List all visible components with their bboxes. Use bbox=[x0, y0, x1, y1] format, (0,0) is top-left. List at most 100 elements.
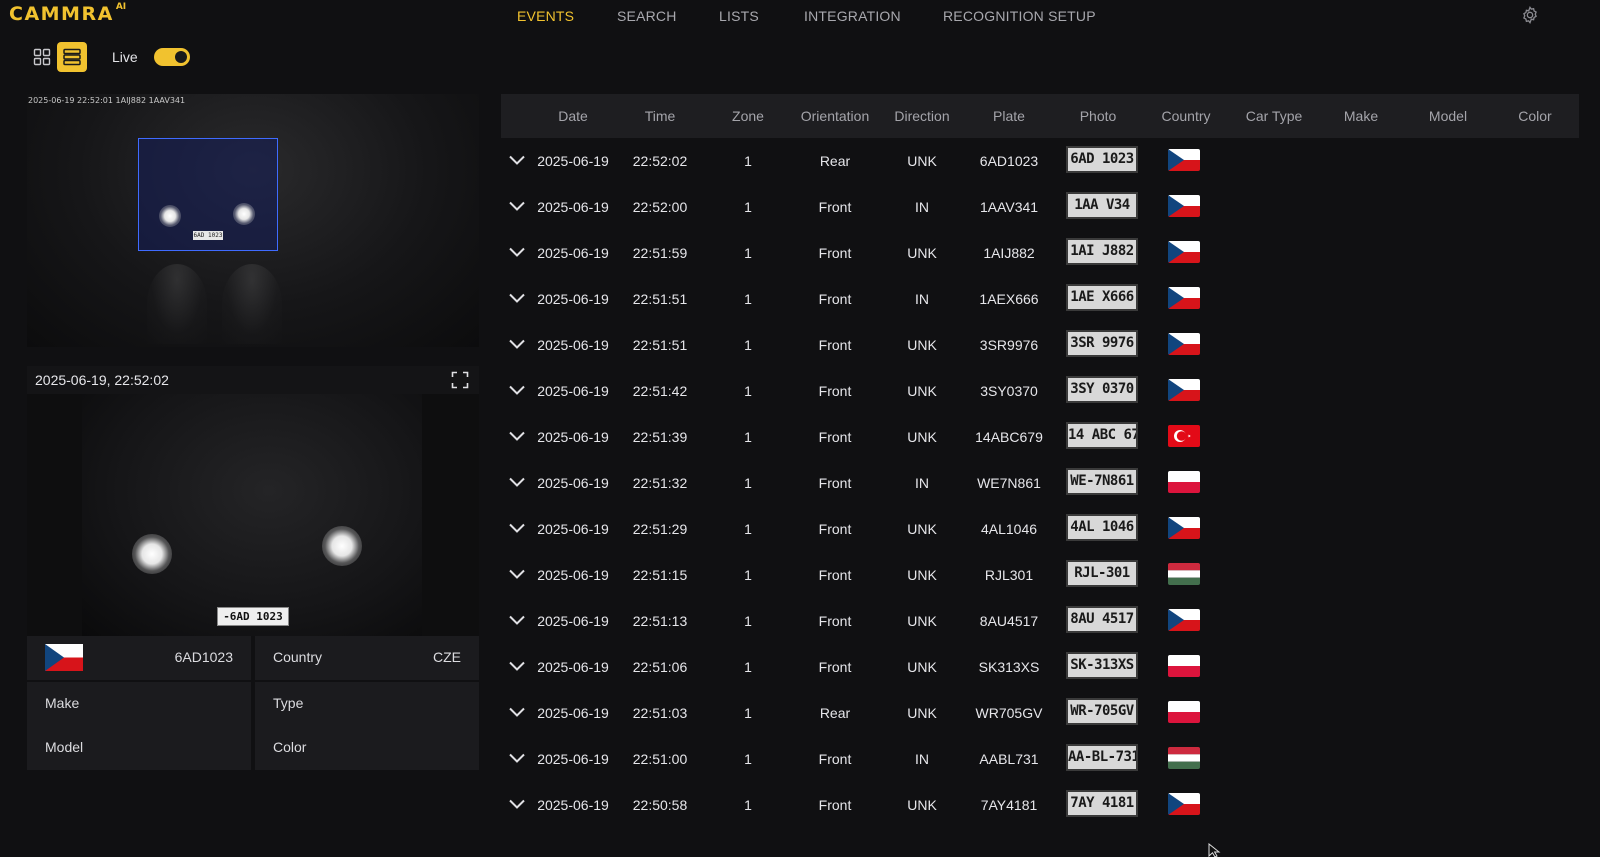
plate-photo-thumbnail[interactable]: SK-313XS bbox=[1066, 652, 1138, 679]
headlight-beam bbox=[147, 264, 207, 344]
cell-plate: RJL301 bbox=[984, 567, 1034, 583]
make-label: Make bbox=[45, 695, 80, 711]
table-row[interactable]: 2025-06-19 22:51:00 1 Front IN AABL731 AA-BL-7… bbox=[501, 736, 1579, 782]
cell-plate: WE7N861 bbox=[977, 475, 1041, 491]
column-header-direction[interactable]: Direction bbox=[894, 108, 949, 124]
plate-photo-thumbnail[interactable]: 4AL 1046 bbox=[1066, 514, 1138, 541]
plate-photo-thumbnail[interactable]: RJL-301 bbox=[1066, 560, 1138, 587]
hungary-flag-icon bbox=[1168, 563, 1200, 585]
column-header-car-type[interactable]: Car Type bbox=[1246, 108, 1303, 124]
chevron-down-icon[interactable] bbox=[508, 705, 526, 719]
chevron-down-icon[interactable] bbox=[508, 291, 526, 305]
cell-plate: WR705GV bbox=[975, 705, 1043, 721]
chevron-down-icon[interactable] bbox=[508, 521, 526, 535]
plate-photo-thumbnail[interactable]: 1AE X666 bbox=[1066, 284, 1138, 311]
cell-direction: IN bbox=[915, 475, 929, 491]
nav-item-integration[interactable]: INTEGRATION bbox=[804, 8, 901, 24]
chevron-down-icon[interactable] bbox=[508, 245, 526, 259]
gear-icon[interactable] bbox=[1520, 5, 1540, 25]
chevron-down-icon[interactable] bbox=[508, 797, 526, 811]
plate-photo-thumbnail[interactable]: 1AI J882 bbox=[1066, 238, 1138, 265]
table-row[interactable]: 2025-06-19 22:51:42 1 Front UNK 3SY0370 3SY 03… bbox=[501, 368, 1579, 414]
turkey-flag-icon bbox=[1168, 425, 1200, 447]
cell-date: 2025-06-19 bbox=[537, 245, 609, 261]
plate-photo-thumbnail[interactable]: AA-BL-731 bbox=[1066, 744, 1138, 771]
table-row[interactable]: 2025-06-19 22:51:29 1 Front UNK 4AL1046 4AL 10… bbox=[501, 506, 1579, 552]
czech-flag-icon bbox=[1168, 287, 1200, 309]
column-header-make[interactable]: Make bbox=[1344, 108, 1378, 124]
chevron-down-icon[interactable] bbox=[508, 659, 526, 673]
cell-direction: UNK bbox=[907, 337, 937, 353]
column-header-time[interactable]: Time bbox=[645, 108, 676, 124]
chevron-down-icon[interactable] bbox=[508, 613, 526, 627]
plate-photo-thumbnail[interactable]: 6AD 1023 bbox=[1066, 146, 1138, 173]
list-view-button[interactable] bbox=[57, 42, 87, 72]
column-header-plate[interactable]: Plate bbox=[993, 108, 1025, 124]
overview-camera-feed[interactable]: 2025-06-19 22:52:01 1AIJ882 1AAV341 6AD … bbox=[27, 94, 479, 347]
table-row[interactable]: 2025-06-19 22:51:59 1 Front UNK 1AIJ882 1AI J8… bbox=[501, 230, 1579, 276]
column-header-date[interactable]: Date bbox=[558, 108, 588, 124]
nav-item-lists[interactable]: LISTS bbox=[719, 8, 759, 24]
cell-orientation: Front bbox=[818, 245, 852, 261]
plate-photo-thumbnail[interactable]: 3SR 9976 bbox=[1066, 330, 1138, 357]
czech-flag-icon bbox=[1168, 379, 1200, 401]
column-header-orientation[interactable]: Orientation bbox=[801, 108, 869, 124]
plate-photo-thumbnail[interactable]: 1AA V34 bbox=[1066, 192, 1138, 219]
chevron-down-icon[interactable] bbox=[508, 153, 526, 167]
cell-time: 22:51:42 bbox=[632, 383, 688, 399]
chevron-down-icon[interactable] bbox=[508, 475, 526, 489]
cell-direction: IN bbox=[915, 291, 929, 307]
cell-time: 22:51:39 bbox=[632, 429, 688, 445]
cell-zone: 1 bbox=[744, 659, 752, 675]
cell-date: 2025-06-19 bbox=[537, 751, 609, 767]
table-row[interactable]: 2025-06-19 22:51:03 1 Rear UNK WR705GV WR-705G… bbox=[501, 690, 1579, 736]
table-row[interactable]: 2025-06-19 22:51:51 1 Front IN 1AEX666 1AE X66… bbox=[501, 276, 1579, 322]
cell-time: 22:51:51 bbox=[632, 291, 688, 307]
column-header-zone[interactable]: Zone bbox=[732, 108, 764, 124]
plate-photo-thumbnail[interactable]: WR-705GV bbox=[1066, 698, 1138, 725]
cell-date: 2025-06-19 bbox=[537, 567, 609, 583]
cell-zone: 1 bbox=[744, 429, 752, 445]
live-toggle[interactable] bbox=[154, 48, 190, 66]
column-header-model[interactable]: Model bbox=[1429, 108, 1467, 124]
cell-direction: UNK bbox=[907, 567, 937, 583]
chevron-down-icon[interactable] bbox=[508, 429, 526, 443]
table-row[interactable]: 2025-06-19 22:51:51 1 Front UNK 3SR9976 3SR 99… bbox=[501, 322, 1579, 368]
table-row[interactable]: 2025-06-19 22:51:06 1 Front UNK SK313XS SK-313… bbox=[501, 644, 1579, 690]
table-row[interactable]: 2025-06-19 22:51:39 1 Front UNK 14ABC679 14 AB… bbox=[501, 414, 1579, 460]
plate-photo-thumbnail[interactable]: 7AY 4181 bbox=[1066, 790, 1138, 817]
table-row[interactable]: 2025-06-19 22:52:02 1 Rear UNK 6AD1023 6AD 102… bbox=[501, 138, 1579, 184]
fullscreen-icon[interactable] bbox=[451, 371, 469, 389]
plate-photo-thumbnail[interactable]: WE-7N861 bbox=[1066, 468, 1138, 495]
cell-direction: UNK bbox=[907, 383, 937, 399]
country-value: CZE bbox=[433, 649, 461, 665]
chevron-down-icon[interactable] bbox=[508, 383, 526, 397]
column-header-country[interactable]: Country bbox=[1161, 108, 1210, 124]
cell-time: 22:51:51 bbox=[632, 337, 688, 353]
chevron-down-icon[interactable] bbox=[508, 567, 526, 581]
column-header-photo[interactable]: Photo bbox=[1080, 108, 1117, 124]
table-row[interactable]: 2025-06-19 22:51:15 1 Front UNK RJL301 RJL-301 bbox=[501, 552, 1579, 598]
cell-zone: 1 bbox=[744, 475, 752, 491]
table-row[interactable]: 2025-06-19 22:50:58 1 Front UNK 7AY4181 7AY 41… bbox=[501, 782, 1579, 828]
list-view-icon bbox=[63, 48, 81, 66]
nav-item-recognition-setup[interactable]: RECOGNITION SETUP bbox=[943, 8, 1096, 24]
table-row[interactable]: 2025-06-19 22:52:00 1 Front IN 1AAV341 1AA V34 bbox=[501, 184, 1579, 230]
table-row[interactable]: 2025-06-19 22:51:13 1 Front UNK 8AU4517 8AU 45… bbox=[501, 598, 1579, 644]
cell-date: 2025-06-19 bbox=[537, 199, 609, 215]
plate-photo-thumbnail[interactable]: 3SY 0370 bbox=[1066, 376, 1138, 403]
chevron-down-icon[interactable] bbox=[508, 751, 526, 765]
column-header-color[interactable]: Color bbox=[1518, 108, 1551, 124]
plate-camera-feed[interactable]: 2025-06-19, 22:52:02 -6AD 1023 bbox=[27, 366, 479, 636]
nav-item-events[interactable]: EVENTS bbox=[517, 8, 574, 24]
nav-item-search[interactable]: SEARCH bbox=[617, 8, 677, 24]
cell-plate: SK313XS bbox=[978, 659, 1040, 675]
grid-view-button[interactable] bbox=[27, 42, 57, 72]
chevron-down-icon[interactable] bbox=[508, 337, 526, 351]
plate-photo-thumbnail[interactable]: 8AU 4517 bbox=[1066, 606, 1138, 633]
chevron-down-icon[interactable] bbox=[508, 199, 526, 213]
color-label: Color bbox=[273, 739, 307, 755]
camera-info-bar: 2025-06-19, 22:52:02 bbox=[27, 366, 479, 394]
plate-photo-thumbnail[interactable]: 14 ABC 679 bbox=[1066, 422, 1138, 449]
table-row[interactable]: 2025-06-19 22:51:32 1 Front IN WE7N861 WE-7N86… bbox=[501, 460, 1579, 506]
